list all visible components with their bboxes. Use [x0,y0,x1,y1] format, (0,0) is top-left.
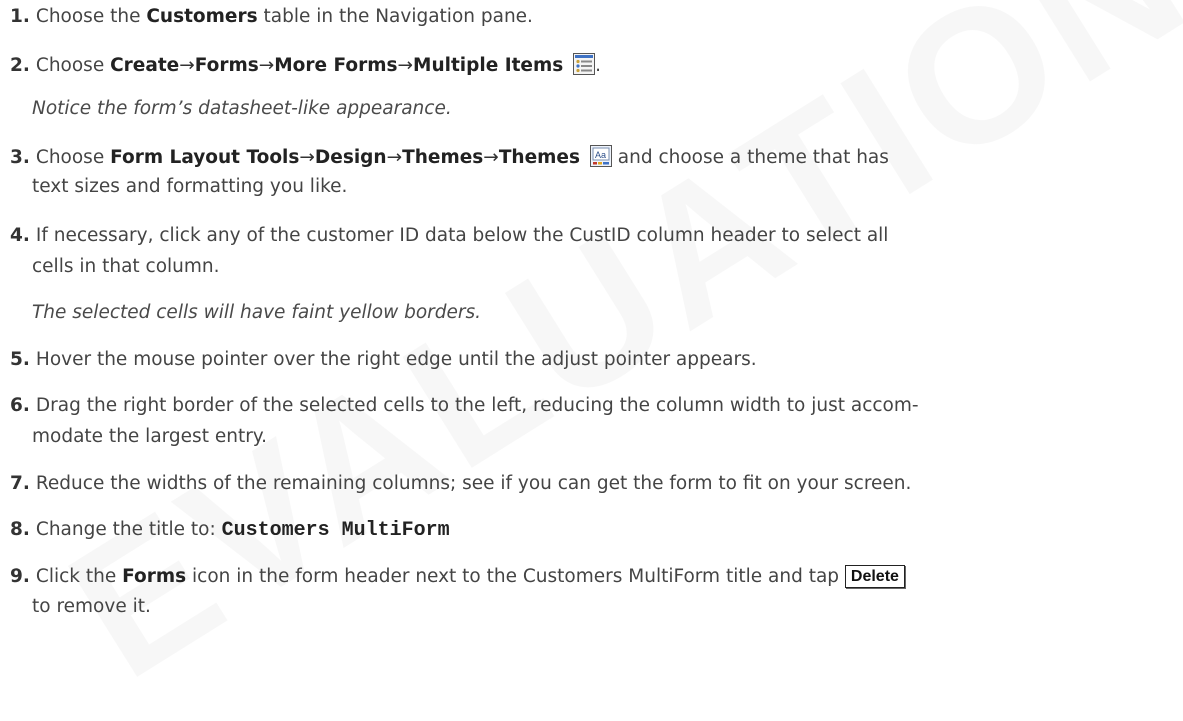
bold-term: Forms [122,566,187,587]
step-number: 4. [10,225,30,246]
command-path-part: More Forms [274,55,398,76]
step-3: 3. Choose Form Layout Tools→Design→Themes… [10,145,889,172]
arrow-glyph: → [258,55,275,76]
step-text: and choose a theme that has [611,147,889,168]
command-path-part: Forms [194,55,259,76]
arrow-glyph: → [397,55,414,76]
command-path-part: Design [314,147,387,168]
step-2: 2. Choose Create→Forms→More Forms→Multipl… [10,53,601,80]
step-number: 8. [10,519,30,540]
step-text: Click the [35,566,123,587]
step-number: 6. [10,395,30,416]
delete-key: Delete [844,565,905,588]
step-6: 6. Drag the right border of the selected … [10,395,919,416]
step-continuation: text sizes and formatting you like. [32,176,348,197]
step-text: Choose [35,147,111,168]
step-text: Choose the [35,6,147,27]
command-path-part: Form Layout Tools [110,147,300,168]
themes-icon: Aa [589,145,612,172]
command-path-part: Multiple Items [413,55,564,76]
step-text: . [595,55,602,76]
step-continuation: to remove it. [32,596,151,617]
step-1: 1. Choose the Customers table in the Navi… [10,6,533,27]
svg-text:Aa: Aa [595,150,606,160]
step-number: 7. [10,473,30,494]
typed-title-text: Customers MultiForm [221,519,450,542]
step-8: 8. Change the title to: Customers MultiFo… [10,519,450,542]
step-number: 5. [10,349,30,370]
step-text: Change the title to: [35,519,222,540]
step-text: Choose [35,55,111,76]
step-4: 4. If necessary, click any of the custome… [10,225,888,246]
arrow-glyph: → [483,147,499,168]
step-text: icon in the form header next to the Cust… [186,566,845,587]
step-9: 9. Click the Forms icon in the form heade… [10,565,905,588]
arrow-glyph: → [386,147,403,168]
bold-term: Customers [146,6,258,27]
step-number: 2. [10,55,30,76]
step-note: Notice the form’s datasheet-like appeara… [32,98,452,119]
step-5: 5. Hover the mouse pointer over the right… [10,349,757,370]
step-text: Reduce the widths of the remaining colum… [35,473,912,494]
command-path-part: Themes [498,147,580,168]
multiple-items-icon [573,53,596,80]
command-path-part: Themes [402,147,484,168]
step-text: Hover the mouse pointer over the right e… [35,349,757,370]
step-continuation: modate the largest entry. [32,426,267,447]
step-text: Drag the right border of the selected ce… [35,395,919,416]
command-path-part: Create [110,55,180,76]
step-text: table in the Navigation pane. [257,6,533,27]
arrow-glyph: → [179,55,195,76]
step-7: 7. Reduce the widths of the remaining col… [10,473,911,494]
step-continuation: cells in that column. [32,256,220,277]
step-number: 9. [10,566,30,587]
step-number: 3. [10,147,30,168]
step-note: The selected cells will have faint yello… [32,302,482,323]
step-number: 1. [10,6,30,27]
step-text: If necessary, click any of the customer … [35,225,889,246]
arrow-glyph: → [299,147,315,168]
